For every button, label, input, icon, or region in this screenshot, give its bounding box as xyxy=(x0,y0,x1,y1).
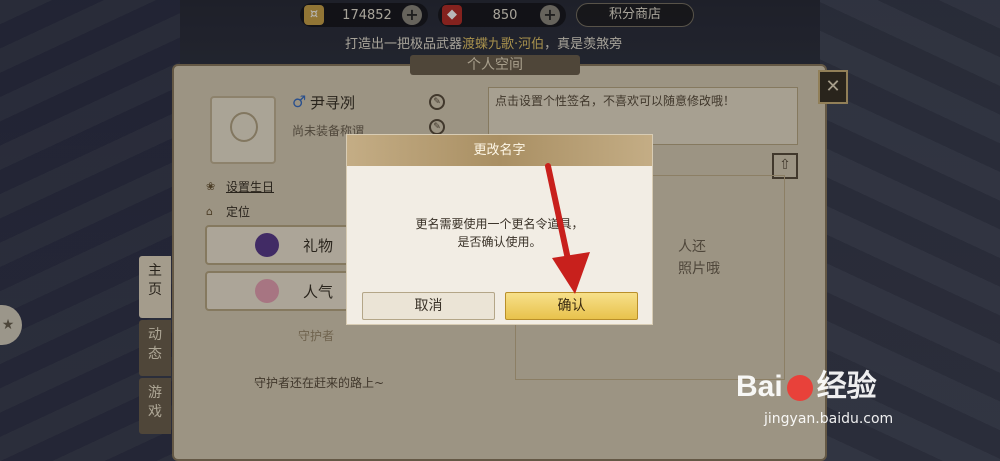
watermark-brand-left: Bai xyxy=(736,370,783,403)
watermark-brand: Bai 经验 xyxy=(736,361,893,405)
watermark-url: jingyan.baidu.com xyxy=(764,411,894,427)
watermark-brand-right: 经验 xyxy=(816,370,877,403)
baidu-watermark: Bai 经验 jingyan.baidu.com xyxy=(736,361,893,427)
paw-icon xyxy=(786,375,813,402)
